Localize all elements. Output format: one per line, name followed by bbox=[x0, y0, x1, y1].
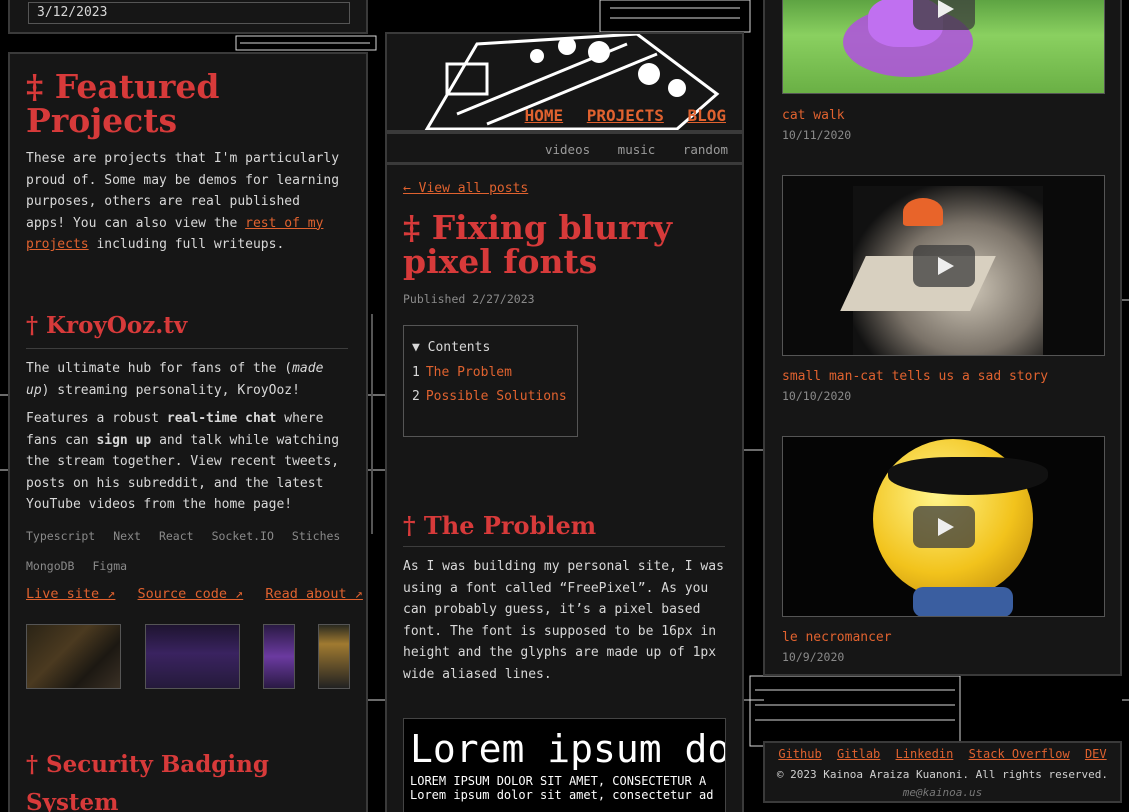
toc-item-2-num: 2 bbox=[412, 389, 420, 404]
videos-panel: cat walk 10/11/2020 small man-cat tells … bbox=[763, 0, 1122, 676]
source-code-link[interactable]: Source code ↗ bbox=[138, 586, 244, 602]
sub-nav-random[interactable]: random bbox=[683, 142, 728, 157]
tag-socketio: Socket.IO bbox=[211, 529, 274, 543]
project-screenshot-2[interactable] bbox=[145, 624, 240, 689]
tag-figma: Figma bbox=[92, 559, 128, 573]
project-kroyooz-title: † KroyOoz.tv bbox=[26, 312, 188, 339]
video-date-1: 10/11/2020 bbox=[782, 128, 852, 142]
read-about-link[interactable]: Read about ↗ bbox=[265, 586, 363, 602]
tag-stiches: Stiches bbox=[291, 529, 341, 543]
thumbnail-sunglasses bbox=[888, 457, 1048, 495]
video-title-3[interactable]: le necromancer bbox=[782, 630, 892, 645]
intro-text-2: including full writeups. bbox=[88, 237, 285, 252]
post-published-date: Published 2/27/2023 bbox=[403, 292, 535, 306]
project-kroyooz-desc-a: The ultimate hub for fans of the (made u… bbox=[26, 358, 351, 401]
nav-projects[interactable]: PROJECTS bbox=[587, 106, 664, 125]
featured-intro: These are projects that I'm particularly… bbox=[26, 148, 346, 256]
date-text: 3/12/2023 bbox=[28, 2, 350, 24]
toc-item-1-num: 1 bbox=[412, 365, 420, 380]
toc-item-1: 1 The Problem bbox=[412, 365, 569, 380]
thumbnail-hat bbox=[903, 198, 943, 226]
project-tags: Typescript Next React Socket.IO Stiches Mong… bbox=[26, 521, 351, 581]
featured-projects-panel: ‡ Featured Projects These are projects t… bbox=[8, 52, 373, 812]
view-all-posts-link[interactable]: ← View all posts bbox=[403, 181, 528, 196]
project-screenshot-3[interactable] bbox=[263, 624, 295, 689]
footer-link-gitlab[interactable]: Gitlab bbox=[837, 747, 880, 761]
font-sample-box: Lorem ipsum do LOREM IPSUM DOLOR SIT AME… bbox=[403, 718, 726, 812]
video-date-3: 10/9/2020 bbox=[782, 650, 845, 664]
play-icon[interactable] bbox=[912, 505, 975, 548]
live-site-link[interactable]: Live site ↗ bbox=[26, 586, 115, 602]
post-body-paragraph: As I was building my personal site, I wa… bbox=[403, 559, 724, 682]
date-card: 3/12/2023 bbox=[8, 0, 368, 34]
tag-typescript: Typescript bbox=[26, 529, 96, 543]
video-thumbnail-man-cat[interactable] bbox=[782, 175, 1105, 356]
footer-panel: Github Gitlab Linkedin Stack Overflow DE… bbox=[763, 741, 1122, 803]
tag-react: React bbox=[158, 529, 194, 543]
play-icon[interactable] bbox=[912, 0, 975, 30]
project-title-divider bbox=[26, 348, 348, 349]
footer-link-linkedin[interactable]: Linkedin bbox=[896, 747, 954, 761]
nav-home[interactable]: HOME bbox=[525, 106, 564, 125]
footer-link-stackoverflow[interactable]: Stack Overflow bbox=[969, 747, 1070, 761]
desc-a-text-1: The ultimate hub for fans of the ( bbox=[26, 361, 293, 376]
footer-email[interactable]: me@kainoa.us bbox=[765, 786, 1120, 799]
section-divider bbox=[403, 546, 725, 547]
desc-b-strong-2: sign up bbox=[96, 432, 152, 448]
thumbnail-shoes bbox=[913, 587, 1013, 616]
project-screenshot-4[interactable] bbox=[318, 624, 350, 689]
table-of-contents: ▼ Contents 1 The Problem 2 Possible Soluti… bbox=[403, 325, 578, 437]
sub-nav-music[interactable]: music bbox=[618, 142, 656, 157]
sub-nav-panel: videos music random bbox=[385, 132, 744, 164]
footer-link-github[interactable]: Github bbox=[778, 747, 821, 761]
sub-nav-videos[interactable]: videos bbox=[545, 142, 590, 157]
font-sample-small: Lorem ipsum dolor sit amet, consectetur … bbox=[410, 788, 714, 802]
desc-b-text-1: Features a robust bbox=[26, 411, 167, 426]
desc-b-strong-1: real-time chat bbox=[166, 411, 277, 426]
video-thumbnail-cat-walk[interactable] bbox=[782, 0, 1105, 94]
project-links: Live site ↗ Source code ↗ Read about ↗ bbox=[26, 586, 363, 602]
video-thumbnail-necromancer[interactable] bbox=[782, 436, 1105, 617]
footer-copyright: © 2023 Kainoa Araiza Kuanoni. All rights… bbox=[776, 768, 1109, 781]
footer-link-dev[interactable]: DEV bbox=[1085, 747, 1107, 761]
panel-scrollbar[interactable] bbox=[371, 314, 373, 534]
sub-nav: videos music random bbox=[525, 142, 728, 157]
tag-next: Next bbox=[113, 529, 141, 543]
nav-blog[interactable]: BLOG bbox=[687, 106, 726, 125]
project-kroyooz-desc-b: Features a robust real-time chat where f… bbox=[26, 408, 351, 516]
play-icon[interactable] bbox=[912, 244, 975, 287]
video-title-1[interactable]: cat walk bbox=[782, 108, 845, 123]
project-security-title: † Security Badging System bbox=[26, 751, 269, 812]
featured-heading: ‡ Featured Projects bbox=[26, 67, 220, 140]
font-sample-large: Lorem ipsum do bbox=[410, 727, 726, 771]
video-title-2[interactable]: small man-cat tells us a sad story bbox=[782, 369, 1048, 384]
font-sample-caps: LOREM IPSUM DOLOR SIT AMET, CONSECTETUR … bbox=[410, 774, 707, 788]
project-screenshot-1[interactable] bbox=[26, 624, 121, 689]
toc-item-2: 2 Possible Solutions bbox=[412, 389, 569, 404]
video-date-2: 10/10/2020 bbox=[782, 389, 852, 403]
header-panel: HOME PROJECTS BLOG bbox=[385, 32, 744, 132]
post-title: ‡ Fixing blurry pixel fonts bbox=[403, 208, 673, 281]
toc-toggle[interactable]: ▼ Contents bbox=[412, 340, 569, 355]
section-title-the-problem: † The Problem bbox=[403, 511, 597, 540]
post-panel: ← View all posts ‡ Fixing blurry pixel f… bbox=[385, 163, 744, 812]
desc-a-text-2: ) streaming personality, KroyOoz! bbox=[41, 382, 300, 398]
toc-link-the-problem[interactable]: The Problem bbox=[426, 365, 512, 380]
main-nav: HOME PROJECTS BLOG bbox=[511, 106, 726, 125]
tag-mongodb: MongoDB bbox=[26, 559, 75, 573]
footer-links: Github Gitlab Linkedin Stack Overflow DE… bbox=[765, 747, 1120, 761]
toc-link-possible-solutions[interactable]: Possible Solutions bbox=[426, 389, 567, 404]
